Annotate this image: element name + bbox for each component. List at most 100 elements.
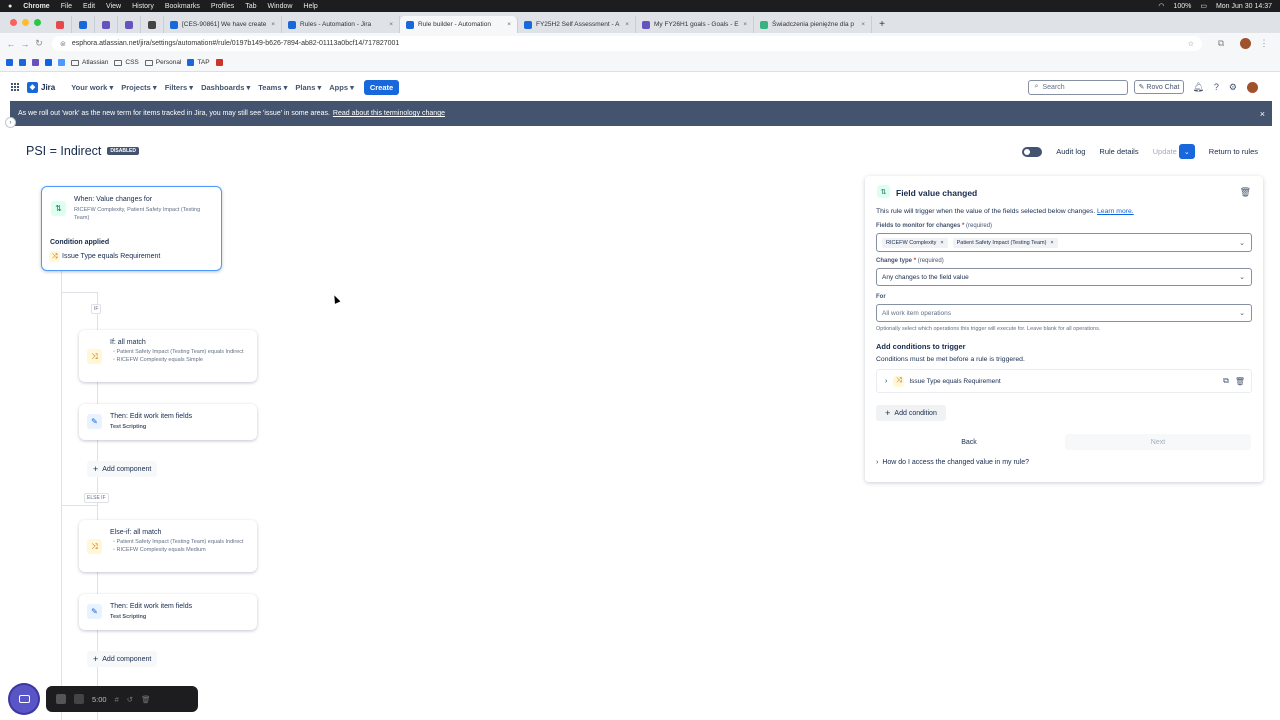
next-button[interactable]: Next <box>1065 434 1251 450</box>
bookmark-tap[interactable]: TAP <box>187 59 210 66</box>
zoom-window-button[interactable] <box>34 19 41 26</box>
menu-tab[interactable]: Tab <box>245 3 256 10</box>
settings-gear-icon[interactable]: ⚙ <box>1229 82 1237 93</box>
url-input[interactable]: ⊜ esphora.atlassian.net/jira/settings/au… <box>52 36 1202 51</box>
tab-self-assessment[interactable]: FY25H2 Self Assessment - A × <box>518 16 636 33</box>
profile-avatar[interactable] <box>1240 38 1251 49</box>
audit-log-button[interactable]: Audit log <box>1056 147 1085 156</box>
menu-history[interactable]: History <box>132 3 154 10</box>
pinned-tab[interactable] <box>49 16 72 33</box>
menu-window[interactable]: Window <box>268 3 293 10</box>
bookmark-app-6[interactable] <box>215 59 223 66</box>
learn-more-link[interactable]: Learn more. <box>1097 208 1134 215</box>
chevron-down-icon[interactable]: ⌄ <box>1239 239 1245 247</box>
bookmark-app-2[interactable] <box>19 59 26 66</box>
wifi-icon[interactable]: ◠ <box>1158 2 1164 10</box>
search-input[interactable]: ⌕ Search <box>1027 79 1128 95</box>
chip-remove-icon[interactable]: × <box>1050 240 1053 246</box>
condition-row[interactable]: › ⤨ Issue Type equals Requirement ⧉ 🗑︎ <box>876 369 1252 393</box>
chip-remove-icon[interactable]: × <box>940 240 943 246</box>
menu-file[interactable]: File <box>61 3 72 10</box>
tab-swiadczenia[interactable]: Świadczenia pieniężne dla p × <box>754 16 872 33</box>
extensions-icon[interactable]: ⧉ <box>1214 38 1228 49</box>
update-button[interactable]: Update <box>1153 147 1177 156</box>
pinned-tab[interactable] <box>141 16 164 33</box>
tab-ces[interactable]: [CES-90861] We have create × <box>164 16 282 33</box>
reload-icon[interactable]: ↻ <box>32 38 46 49</box>
help-icon[interactable]: ? <box>1214 82 1219 92</box>
app-switcher-icon[interactable] <box>11 83 19 91</box>
faq-expander[interactable]: › How do I access the changed value in my… <box>876 459 1029 466</box>
back-button[interactable]: Back <box>876 434 1062 450</box>
pause-icon[interactable] <box>74 694 84 704</box>
tab-close-icon[interactable]: × <box>267 21 275 28</box>
tab-rules[interactable]: Rules - Automation - Jira × <box>282 16 400 33</box>
pinned-tab[interactable] <box>95 16 118 33</box>
jira-logo[interactable]: ◆ Jira <box>27 81 55 93</box>
delete-trash-icon[interactable]: 🗑︎ <box>1235 377 1245 386</box>
draw-icon[interactable]: # <box>115 695 119 704</box>
tab-close-icon[interactable]: × <box>857 21 865 28</box>
new-tab-button[interactable]: + <box>872 16 892 33</box>
expand-chevron-icon[interactable]: › <box>885 378 887 385</box>
then-action-card[interactable]: ✎ Then: Edit work item fields Test Scrip… <box>79 594 257 630</box>
rule-enable-toggle[interactable] <box>1022 146 1043 157</box>
tab-close-icon[interactable]: × <box>503 21 511 28</box>
forward-icon[interactable]: → <box>18 39 32 49</box>
user-avatar[interactable] <box>1247 81 1258 93</box>
field-chip[interactable]: Patient Safety Impact (Testing Team) × <box>952 237 1058 248</box>
battery-icon[interactable]: ▭ <box>1200 2 1207 10</box>
recorder-camera-button[interactable] <box>10 685 38 713</box>
rule-details-button[interactable]: Rule details <box>1099 147 1138 156</box>
add-condition-button[interactable]: + Add condition <box>876 405 946 421</box>
if-condition-card[interactable]: ⤨ If: all match ◦ Patient Safety Impact … <box>79 330 257 382</box>
nav-dashboards[interactable]: Dashboards ▾ <box>201 83 250 92</box>
copy-icon[interactable]: ⧉ <box>1223 376 1229 386</box>
chevron-down-icon[interactable]: ⌄ <box>1239 309 1245 317</box>
bookmark-app-3[interactable] <box>32 59 39 66</box>
pinned-tab[interactable] <box>118 16 141 33</box>
menu-edit[interactable]: Edit <box>83 3 95 10</box>
nav-your-work[interactable]: Your work ▾ <box>71 83 113 92</box>
menu-help[interactable]: Help <box>303 3 317 10</box>
fields-multi-select[interactable]: RICEFW Complexity × Patient Safety Impact… <box>876 233 1252 252</box>
tab-close-icon[interactable]: × <box>739 21 747 28</box>
delete-trash-icon[interactable]: 🗑︎ <box>1240 187 1251 198</box>
rovo-chat-button[interactable]: ✎ Rovo Chat <box>1133 80 1185 94</box>
change-type-select[interactable]: Any changes to the field value ⌄ <box>876 268 1252 286</box>
field-chip[interactable]: RICEFW Complexity × <box>882 237 948 248</box>
create-button[interactable]: Create <box>363 79 400 95</box>
nav-plans[interactable]: Plans ▾ <box>295 83 321 92</box>
trigger-card[interactable]: ⇅ When: Value changes for RICEFW Complex… <box>41 186 222 271</box>
bookmark-star-icon[interactable]: ☆ <box>1188 40 1194 48</box>
back-icon[interactable]: ← <box>4 39 18 49</box>
then-action-card[interactable]: ✎ Then: Edit work item fields Test Scrip… <box>79 404 257 440</box>
else-if-condition-card[interactable]: ⤨ Else-if: all match ◦ Patient Safety Im… <box>79 520 257 572</box>
bookmark-app-4[interactable] <box>45 59 52 66</box>
update-dropdown-chevron-icon[interactable]: ⌄ <box>1178 144 1195 159</box>
stop-recording-icon[interactable] <box>56 694 66 704</box>
banner-close-icon[interactable]: × <box>1260 109 1265 119</box>
tab-close-icon[interactable]: × <box>621 21 629 28</box>
bookmark-personal[interactable]: Personal <box>144 59 181 66</box>
minimize-window-button[interactable] <box>22 19 29 26</box>
menu-bookmarks[interactable]: Bookmarks <box>165 3 200 10</box>
menu-profiles[interactable]: Profiles <box>211 3 234 10</box>
sidebar-expand-icon[interactable]: › <box>5 117 16 128</box>
tab-rule-builder[interactable]: Rule builder - Automation × <box>400 16 518 33</box>
return-to-rules-button[interactable]: Return to rules <box>1209 147 1258 156</box>
add-component-button[interactable]: + Add component <box>87 651 158 667</box>
menu-view[interactable]: View <box>106 3 121 10</box>
banner-link[interactable]: Read about this terminology change <box>333 110 445 117</box>
nav-filters[interactable]: Filters ▾ <box>165 83 193 92</box>
bookmark-atlassian[interactable]: Atlassian <box>71 59 108 66</box>
for-operations-select[interactable]: All work item operations ⌄ <box>876 304 1252 322</box>
site-info-icon[interactable]: ⊜ <box>60 40 66 48</box>
tab-close-icon[interactable]: × <box>385 21 393 28</box>
pinned-tab[interactable] <box>72 16 95 33</box>
bookmark-app-1[interactable] <box>6 59 13 66</box>
close-window-button[interactable] <box>10 19 17 26</box>
restart-icon[interactable]: ↺ <box>127 695 133 704</box>
bookmark-app-5[interactable] <box>58 59 65 66</box>
tab-goals[interactable]: My FY26H1 goals - Goals - E × <box>636 16 754 33</box>
